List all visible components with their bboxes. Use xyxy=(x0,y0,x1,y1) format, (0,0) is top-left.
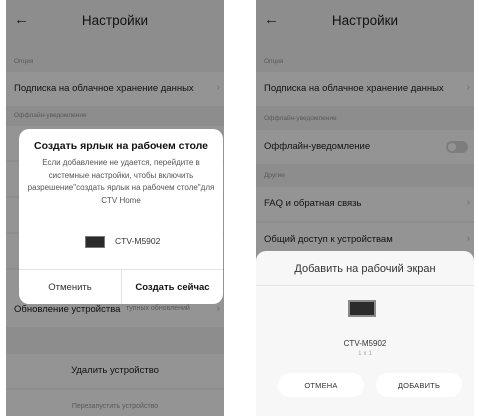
add-button[interactable]: ДОБАВИТЬ xyxy=(376,373,462,397)
settings-screen-right: ← Настройки Опция Подписка на облачное х… xyxy=(256,0,474,416)
device-name: CTV-M5902 xyxy=(115,236,161,246)
sheet-title: Добавить на рабочий экран xyxy=(294,263,436,275)
device-thumbnail-icon xyxy=(348,300,376,317)
settings-screen-left: ← Настройки Опция Подписка на облачное х… xyxy=(6,0,224,416)
device-name: CTV-M5902 xyxy=(343,339,387,348)
divider xyxy=(256,285,474,286)
widget-size: 1 x 1 xyxy=(357,350,373,357)
device-thumbnail-icon xyxy=(85,236,105,248)
create-now-button[interactable]: Создать сейчас xyxy=(122,270,223,304)
dialog-message: Если добавление не удается, перейдите в … xyxy=(27,158,215,205)
add-to-home-sheet: Добавить на рабочий экран CTV-M5902 1 x … xyxy=(256,251,474,416)
shortcut-dialog: Создать ярлык на рабочем столе Если доба… xyxy=(19,129,223,304)
cancel-button[interactable]: ОТМЕНА xyxy=(278,373,364,397)
dialog-title: Создать ярлык на рабочем столе xyxy=(33,140,209,152)
cancel-button[interactable]: Отменить xyxy=(19,270,121,304)
